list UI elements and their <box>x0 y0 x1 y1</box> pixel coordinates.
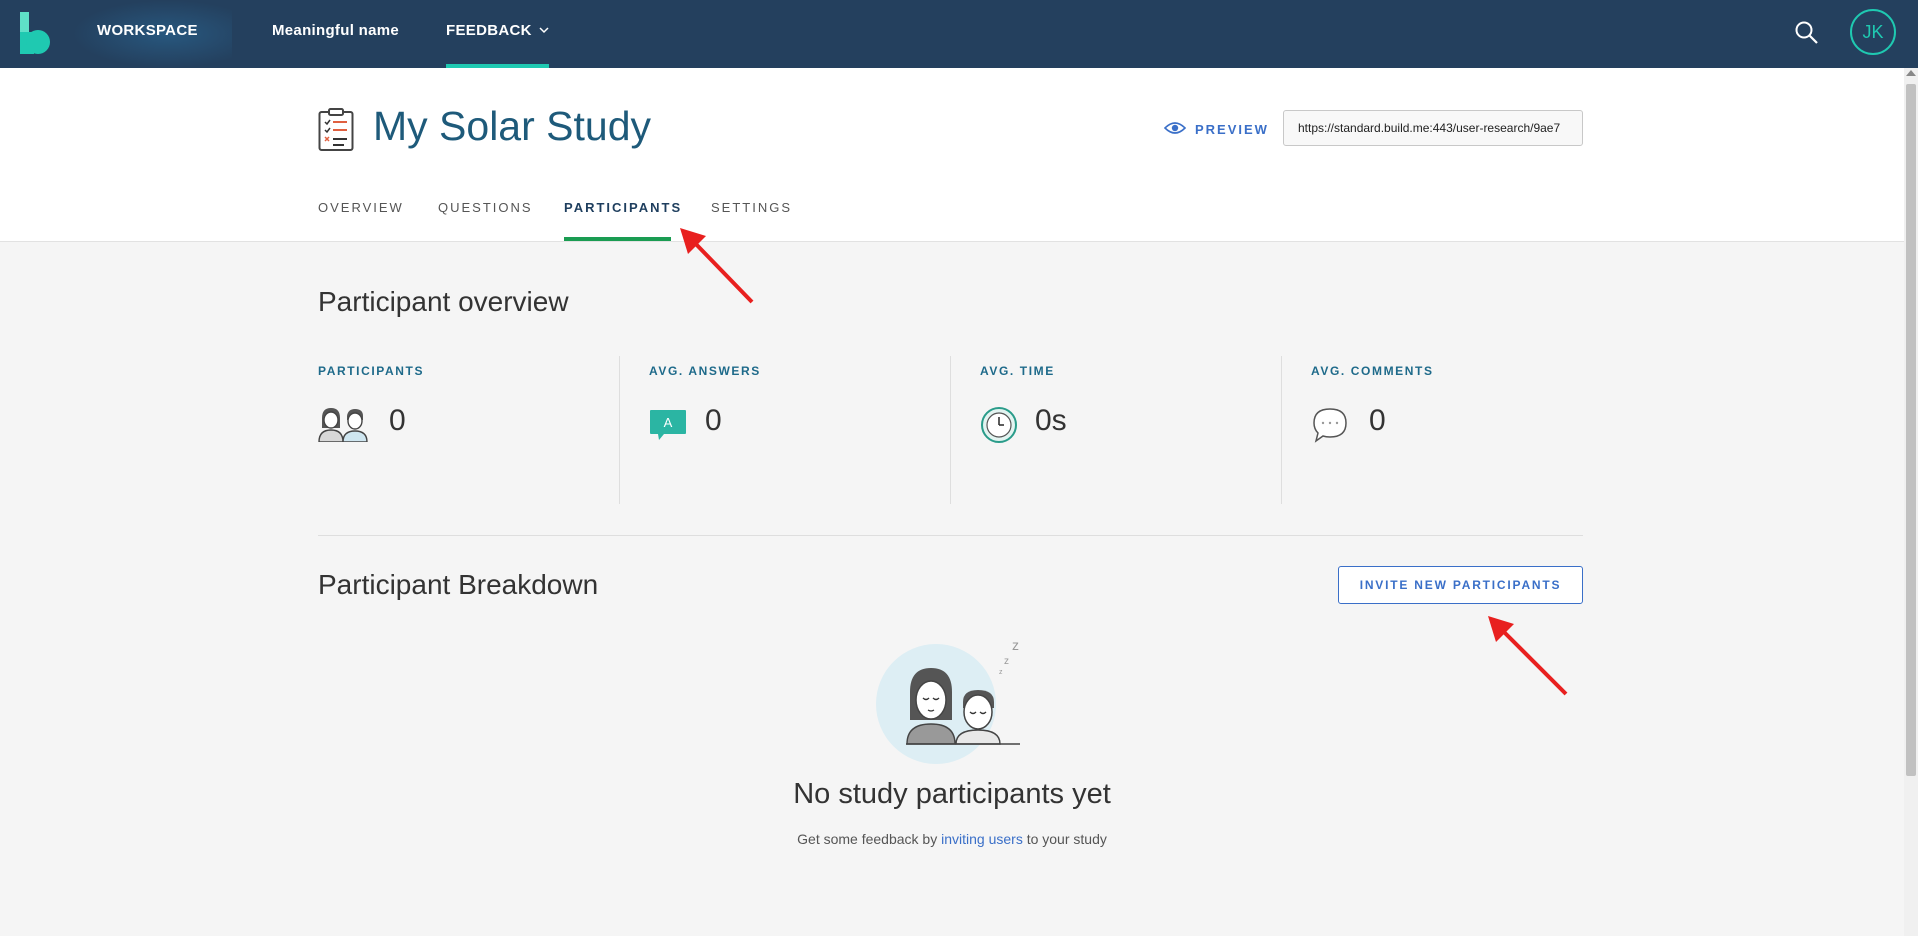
clipboard-icon <box>318 108 354 151</box>
empty-state-text-before: Get some feedback by <box>797 831 942 847</box>
participants-icon <box>318 408 368 442</box>
section-divider <box>318 535 1583 536</box>
top-nav-bar: WORKSPACE Meaningful name FEEDBACK JK <box>0 0 1918 68</box>
annotation-arrow-icon <box>680 228 754 304</box>
stat-comments-label: AVG. COMMENTS <box>1311 364 1434 378</box>
tab-questions[interactable]: QUESTIONS <box>438 200 533 215</box>
user-avatar[interactable]: JK <box>1850 9 1896 55</box>
inviting-users-link[interactable]: inviting users <box>941 831 1023 847</box>
study-header <box>0 68 1904 242</box>
stat-time-value: 0s <box>1035 404 1067 437</box>
tab-active-indicator <box>564 237 671 241</box>
invite-new-participants-button[interactable]: INVITE NEW PARTICIPANTS <box>1338 566 1583 604</box>
stat-comments-value: 0 <box>1369 404 1386 437</box>
answer-icon-letter: A <box>664 415 673 430</box>
preview-link[interactable]: PREVIEW <box>1195 122 1269 137</box>
sleeping-participants-illustration: z z z <box>876 637 1020 764</box>
nav-workspace[interactable]: WORKSPACE <box>97 22 198 39</box>
nav-feedback[interactable]: FEEDBACK <box>446 22 532 39</box>
nav-meaningful-name[interactable]: Meaningful name <box>272 22 399 39</box>
app-logo-icon[interactable] <box>18 12 52 56</box>
study-title: My Solar Study <box>373 103 651 149</box>
empty-state-text-after: to your study <box>1022 831 1107 847</box>
stat-answers-label: AVG. ANSWERS <box>649 364 761 378</box>
scroll-up-arrow-icon[interactable] <box>1906 70 1916 76</box>
eye-icon[interactable] <box>1164 120 1186 136</box>
participant-breakdown-title: Participant Breakdown <box>318 569 599 600</box>
study-url-field[interactable]: https://standard.build.me:443/user-resea… <box>1283 110 1583 146</box>
stat-divider <box>950 356 951 504</box>
tab-participants[interactable]: PARTICIPANTS <box>564 200 682 215</box>
svg-text:z: z <box>999 669 1003 676</box>
answer-icon: A <box>650 410 686 440</box>
participant-overview-title: Participant overview <box>318 286 569 317</box>
svg-text:z: z <box>1004 656 1009 667</box>
stat-participants-label: PARTICIPANTS <box>318 364 425 378</box>
stat-divider <box>1281 356 1282 504</box>
annotation-arrow-icon <box>1488 616 1568 696</box>
chevron-down-icon[interactable] <box>539 26 549 34</box>
stat-answers-value: 0 <box>705 404 722 437</box>
empty-state-title: No study participants yet <box>793 778 1111 810</box>
stat-participants-value: 0 <box>389 404 406 437</box>
stat-divider <box>619 356 620 504</box>
clock-icon <box>981 407 1017 443</box>
comment-icon <box>1313 408 1347 443</box>
empty-state-subtitle: Get some feedback by inviting users to y… <box>0 831 1904 847</box>
svg-text:z: z <box>1012 637 1019 653</box>
search-icon[interactable] <box>1794 20 1820 46</box>
tab-settings[interactable]: SETTINGS <box>711 200 792 215</box>
tab-overview[interactable]: OVERVIEW <box>318 200 404 215</box>
scrollbar-thumb[interactable] <box>1906 84 1916 776</box>
stat-time-label: AVG. TIME <box>980 364 1055 378</box>
